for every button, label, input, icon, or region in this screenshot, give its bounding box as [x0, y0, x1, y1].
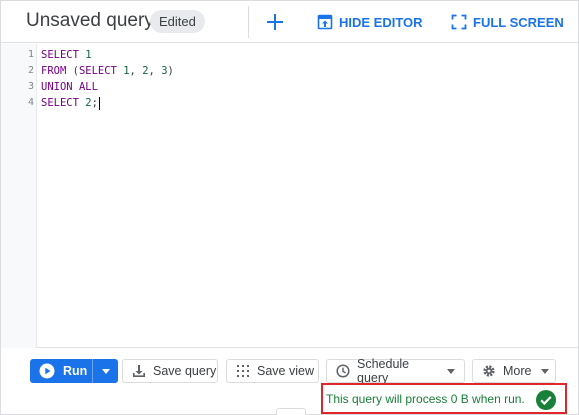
sql-keyword: SELECT: [78, 65, 117, 77]
line-number-gutter: 1 2 3 4: [1, 44, 37, 348]
edited-badge: Edited: [150, 10, 205, 33]
hide-editor-button[interactable]: HIDE EDITOR: [317, 11, 423, 33]
line-number: 3: [27, 81, 34, 92]
validation-message: This query will process 0 B when run.: [326, 391, 525, 406]
code-line[interactable]: UNION ALL: [41, 79, 98, 95]
full-screen-label: FULL SCREEN: [473, 14, 564, 30]
full-screen-button[interactable]: FULL SCREEN: [451, 11, 564, 33]
sql-text: ): [167, 65, 174, 77]
schedule-query-label: Schedule query: [357, 357, 410, 385]
line-number: 4: [27, 97, 34, 108]
gear-icon: [483, 365, 495, 377]
code-line[interactable]: SELECT 1: [41, 47, 92, 63]
sql-keyword: FROM: [41, 65, 67, 77]
download-icon: [133, 365, 145, 377]
run-button-group: Run: [30, 359, 118, 383]
query-title: Unsaved query: [26, 10, 154, 31]
sql-text: (: [66, 65, 79, 77]
grid-icon: [237, 365, 249, 377]
save-query-label: Save query: [153, 364, 217, 378]
code-line[interactable]: FROM (SELECT 1, 2, 3): [41, 63, 174, 79]
query-editor-panel: Unsaved query Edited HIDE EDITOR FULL SC…: [0, 0, 579, 415]
check-circle-icon: [536, 390, 556, 410]
sql-code-editor[interactable]: 1 2 3 4 SELECT 1 FROM (SELECT 1, 2, 3) U…: [1, 44, 579, 348]
plus-icon: [267, 14, 283, 30]
run-label: Run: [63, 364, 88, 378]
sql-keyword: SELECT: [41, 49, 79, 61]
code-line[interactable]: SELECT 2;: [41, 95, 100, 111]
chevron-down-icon: [101, 368, 110, 374]
play-icon: [39, 363, 55, 379]
hide-editor-icon: [317, 14, 333, 30]
sql-text: ;: [91, 97, 98, 109]
save-view-label: Save view: [257, 364, 314, 378]
chevron-down-icon: [541, 368, 550, 374]
schedule-query-button[interactable]: Schedule query: [326, 357, 465, 385]
sql-text: ,: [148, 65, 162, 77]
run-button[interactable]: Run: [30, 359, 92, 383]
clock-icon: [336, 364, 350, 378]
new-query-button[interactable]: [263, 10, 287, 34]
sql-keyword: SELECT: [41, 97, 79, 109]
hide-editor-label: HIDE EDITOR: [339, 14, 423, 30]
sql-number: 1: [85, 49, 92, 61]
more-label: More: [503, 364, 532, 378]
query-validation-status: This query will process 0 B when run.: [321, 383, 567, 414]
sql-keyword: UNION: [41, 81, 73, 93]
save-query-button[interactable]: Save query: [122, 359, 218, 383]
full-screen-icon: [451, 14, 467, 30]
line-number: 1: [27, 49, 34, 60]
run-options-dropdown[interactable]: [93, 359, 118, 383]
header-divider: [248, 6, 249, 38]
text-cursor: [98, 96, 100, 110]
line-number: 2: [27, 65, 34, 76]
sql-text: ,: [129, 65, 143, 77]
save-view-button[interactable]: Save view: [226, 359, 319, 383]
chevron-down-icon: [447, 368, 455, 374]
sql-keyword: ALL: [78, 81, 98, 93]
editor-header: Unsaved query Edited HIDE EDITOR FULL SC…: [1, 1, 579, 43]
resize-handle[interactable]: [276, 408, 306, 415]
more-button[interactable]: More: [472, 359, 556, 383]
